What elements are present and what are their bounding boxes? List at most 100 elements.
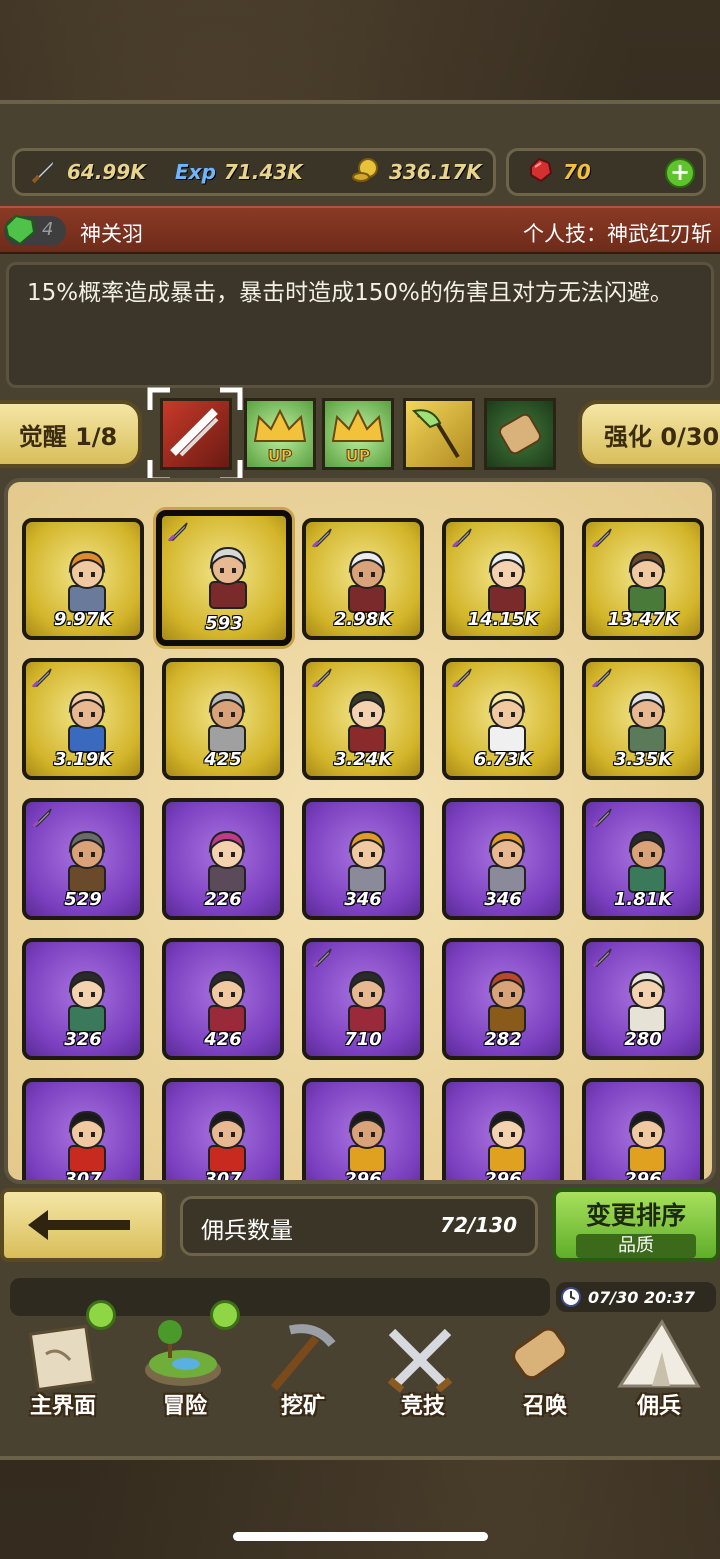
nav-mining-label: 挖矿: [280, 1394, 325, 1419]
mercenary-card[interactable]: 425: [162, 658, 284, 780]
mercenary-card[interactable]: 529: [22, 798, 144, 920]
hero-portrait-icon: [208, 1110, 246, 1173]
equipped-sword-icon: [592, 808, 612, 828]
hero-portrait-icon: [68, 830, 106, 893]
mercenary-card[interactable]: 426: [162, 938, 284, 1060]
mercenary-card[interactable]: 1.81K: [582, 798, 704, 920]
mercenary-card[interactable]: 307: [162, 1078, 284, 1180]
mercenary-card[interactable]: 3.35K: [582, 658, 704, 780]
mercenary-power: 3.19K: [53, 749, 113, 770]
rank-gem-icon: [4, 214, 36, 246]
mercenary-power: 14.15K: [467, 609, 539, 630]
mercenary-card[interactable]: 3.24K: [302, 658, 424, 780]
crossed-swords-icon: [387, 1328, 453, 1393]
up-label: UP: [268, 446, 293, 465]
enhance-button[interactable]: 强化 0/30: [578, 400, 720, 468]
nav-mercenary-label: 佣兵: [636, 1394, 681, 1419]
mercenary-card[interactable]: 282: [442, 938, 564, 1060]
mercenary-card[interactable]: 13.47K: [582, 518, 704, 640]
nav-main[interactable]: 主界面: [4, 1316, 122, 1426]
hero-name: 神关羽: [80, 222, 143, 246]
pickaxe-icon: [270, 1324, 336, 1391]
add-gems-button[interactable]: +: [665, 158, 695, 188]
enhance-label: 强化 0/30: [604, 422, 720, 451]
nav-main-label: 主界面: [29, 1394, 96, 1419]
mercenary-card[interactable]: 296: [582, 1078, 704, 1180]
mercenary-card[interactable]: 710: [302, 938, 424, 1060]
mercenary-power: 13.47K: [607, 609, 679, 630]
mercenary-card[interactable]: 346: [442, 798, 564, 920]
mercenary-power: 307: [64, 1169, 102, 1184]
hero-portrait-icon: [488, 970, 526, 1033]
equipped-sword-icon: [592, 528, 612, 548]
equipped-sword-icon: [312, 528, 332, 548]
gold-value: 336.17K: [389, 160, 482, 184]
mercenary-card[interactable]: 2.98K: [302, 518, 424, 640]
scroll-icon: [498, 413, 542, 455]
nav-adventure[interactable]: 冒险: [126, 1316, 244, 1426]
mercenary-card[interactable]: 6.73K: [442, 658, 564, 780]
mercenary-power: 226: [204, 889, 242, 910]
coin-icon: [351, 155, 381, 190]
sort-label: 变更排序: [585, 1201, 686, 1230]
back-arrow-icon: [28, 1210, 130, 1240]
mercenary-card[interactable]: 296: [302, 1078, 424, 1180]
mercenary-card[interactable]: 593: [156, 510, 292, 646]
skill-slot-2[interactable]: UP: [244, 398, 316, 470]
mercenary-card[interactable]: 296: [442, 1078, 564, 1184]
hero-portrait-icon: [348, 1110, 386, 1173]
ruby-icon: [525, 155, 555, 190]
mercenary-power: 9.97K: [53, 609, 113, 630]
exp-icon: Exp: [175, 160, 216, 184]
skill-slot-4[interactable]: [403, 398, 475, 470]
mercenary-card[interactable]: 9.97K: [22, 518, 144, 640]
hero-portrait-icon: [628, 830, 666, 893]
mercenary-card[interactable]: 3.19K: [22, 658, 144, 780]
mercenary-card[interactable]: 307: [22, 1078, 144, 1184]
hero-portrait-icon: [628, 550, 666, 613]
hero-portrait-icon: [208, 830, 246, 893]
mercenary-power: 296: [484, 1169, 522, 1184]
mercenary-power: 2.98K: [333, 609, 393, 630]
gold-stat: 336.17K: [351, 151, 482, 193]
nav-summon[interactable]: 召唤: [486, 1316, 604, 1426]
equipped-sword-icon: [168, 522, 188, 542]
sort-button[interactable]: 变更排序 品质: [552, 1188, 720, 1262]
sword-icon: [29, 155, 59, 190]
hero-name-bar: 4 神关羽 个人技：神武红刃斩: [0, 206, 720, 254]
hero-portrait-icon: [208, 970, 246, 1033]
nav-adventure-label: 冒险: [162, 1394, 207, 1419]
mercenary-power: 346: [344, 889, 382, 910]
gem-stat: 70: [525, 151, 591, 193]
mercenary-count: 佣兵数量 72/130: [180, 1196, 538, 1256]
equipped-sword-icon: [592, 948, 612, 968]
mercenary-power: 282: [484, 1029, 522, 1050]
awaken-label: 觉醒 1/8: [18, 422, 118, 451]
hero-portrait-icon: [68, 690, 106, 753]
mercenary-card[interactable]: 280: [582, 938, 704, 1060]
mercenary-card[interactable]: 14.15K: [442, 518, 564, 640]
mercenary-card[interactable]: 326: [22, 938, 144, 1060]
hero-portrait-icon: [628, 970, 666, 1033]
awaken-button[interactable]: 觉醒 1/8: [0, 400, 142, 468]
hero-portrait-icon: [628, 690, 666, 753]
mercenary-card[interactable]: 226: [162, 798, 284, 920]
skill-slot-3[interactable]: UP: [322, 398, 394, 470]
hero-portrait-icon: [488, 1110, 526, 1173]
nav-arena[interactable]: 竞技: [364, 1316, 482, 1426]
hero-portrait-icon: [488, 830, 526, 893]
hero-portrait-icon: [209, 546, 247, 609]
up-label: UP: [346, 446, 371, 465]
back-button[interactable]: [0, 1188, 166, 1262]
clock: 07/30 20:37: [556, 1282, 716, 1312]
nav-mining[interactable]: 挖矿: [244, 1316, 362, 1426]
skill-slot-5[interactable]: [484, 398, 556, 470]
attack-stat: 64.99K: [29, 151, 146, 193]
mercenary-power: 710: [344, 1029, 382, 1050]
guandao-icon: [412, 409, 460, 459]
bottom-nav: 主界面 冒险 挖矿 竞技 召唤 佣兵: [0, 1300, 720, 1436]
nav-mercenary[interactable]: 佣兵: [600, 1316, 718, 1426]
mercenary-power: 346: [484, 889, 522, 910]
hero-portrait-icon: [208, 690, 246, 753]
mercenary-card[interactable]: 346: [302, 798, 424, 920]
